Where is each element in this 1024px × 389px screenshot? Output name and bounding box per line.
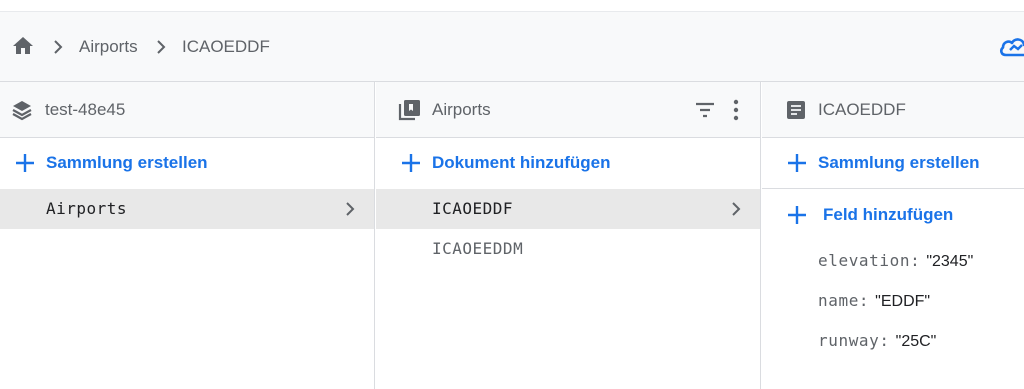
field-row[interactable]: name: "EDDF"	[818, 291, 930, 311]
plus-icon	[16, 154, 34, 172]
project-title: test-48e45	[45, 100, 126, 119]
document-id: ICAOEEDDM	[432, 239, 524, 258]
cloud-icon[interactable]	[998, 34, 1024, 60]
list-item[interactable]: ICAOEEDDM	[376, 229, 760, 269]
field-key: elevation:	[818, 251, 921, 270]
plus-icon	[788, 206, 806, 224]
list-item[interactable]: ICAOEDDF	[376, 189, 760, 229]
more-vert-icon[interactable]	[724, 98, 748, 122]
document-title: ICAOEDDF	[818, 100, 906, 119]
breadcrumb-item-airports[interactable]: Airports	[79, 37, 138, 57]
add-document-button[interactable]: Dokument hinzufügen	[376, 138, 760, 190]
collection-icon	[398, 100, 420, 121]
add-field-button[interactable]: Feld hinzufügen	[762, 190, 1024, 242]
field-row[interactable]: runway: "25C"	[818, 331, 936, 351]
create-subcollection-button[interactable]: Sammlung erstellen	[762, 138, 1024, 190]
field-row[interactable]: elevation: "2345"	[818, 251, 973, 271]
breadcrumb: Airports ICAOEDDF	[0, 12, 1024, 82]
document-icon	[787, 101, 805, 119]
chevron-right-icon	[732, 202, 741, 216]
root-panel: test-48e45 Sammlung erstellen Airports	[0, 82, 375, 389]
add-document-label: Dokument hinzufügen	[432, 153, 611, 172]
add-field-label: Feld hinzufügen	[823, 205, 954, 224]
collection-panel-header: Airports	[376, 82, 760, 138]
chevron-right-icon	[346, 202, 355, 216]
collection-name: Airports	[46, 199, 128, 218]
list-item[interactable]: Airports	[0, 189, 374, 229]
field-key: name:	[818, 291, 870, 310]
root-panel-header: test-48e45	[0, 82, 374, 138]
document-panel: ICAOEDDF Sammlung erstellen Feld hinzufü…	[762, 82, 1024, 389]
collection-title: Airports	[432, 100, 491, 119]
breadcrumb-item-document[interactable]: ICAOEDDF	[182, 37, 270, 57]
chevron-right-icon	[54, 40, 63, 54]
field-value: "25C"	[895, 333, 937, 350]
create-collection-button[interactable]: Sammlung erstellen	[0, 138, 374, 190]
chevron-right-icon	[157, 40, 166, 54]
divider	[762, 188, 1024, 189]
document-panel-header: ICAOEDDF	[762, 82, 1024, 138]
collection-panel: Airports Dokument hinzufügen ICAOEDDF IC…	[376, 82, 761, 389]
field-value: "2345"	[926, 253, 974, 270]
database-icon	[12, 101, 32, 121]
plus-icon	[788, 154, 806, 172]
field-value: "EDDF"	[875, 293, 931, 310]
top-strip	[0, 0, 1024, 12]
document-id: ICAOEDDF	[432, 199, 514, 218]
home-icon[interactable]	[10, 34, 36, 58]
create-collection-label: Sammlung erstellen	[46, 153, 208, 172]
create-subcollection-label: Sammlung erstellen	[818, 153, 980, 172]
plus-icon	[402, 154, 420, 172]
filter-icon[interactable]	[693, 98, 717, 122]
field-key: runway:	[818, 331, 890, 350]
